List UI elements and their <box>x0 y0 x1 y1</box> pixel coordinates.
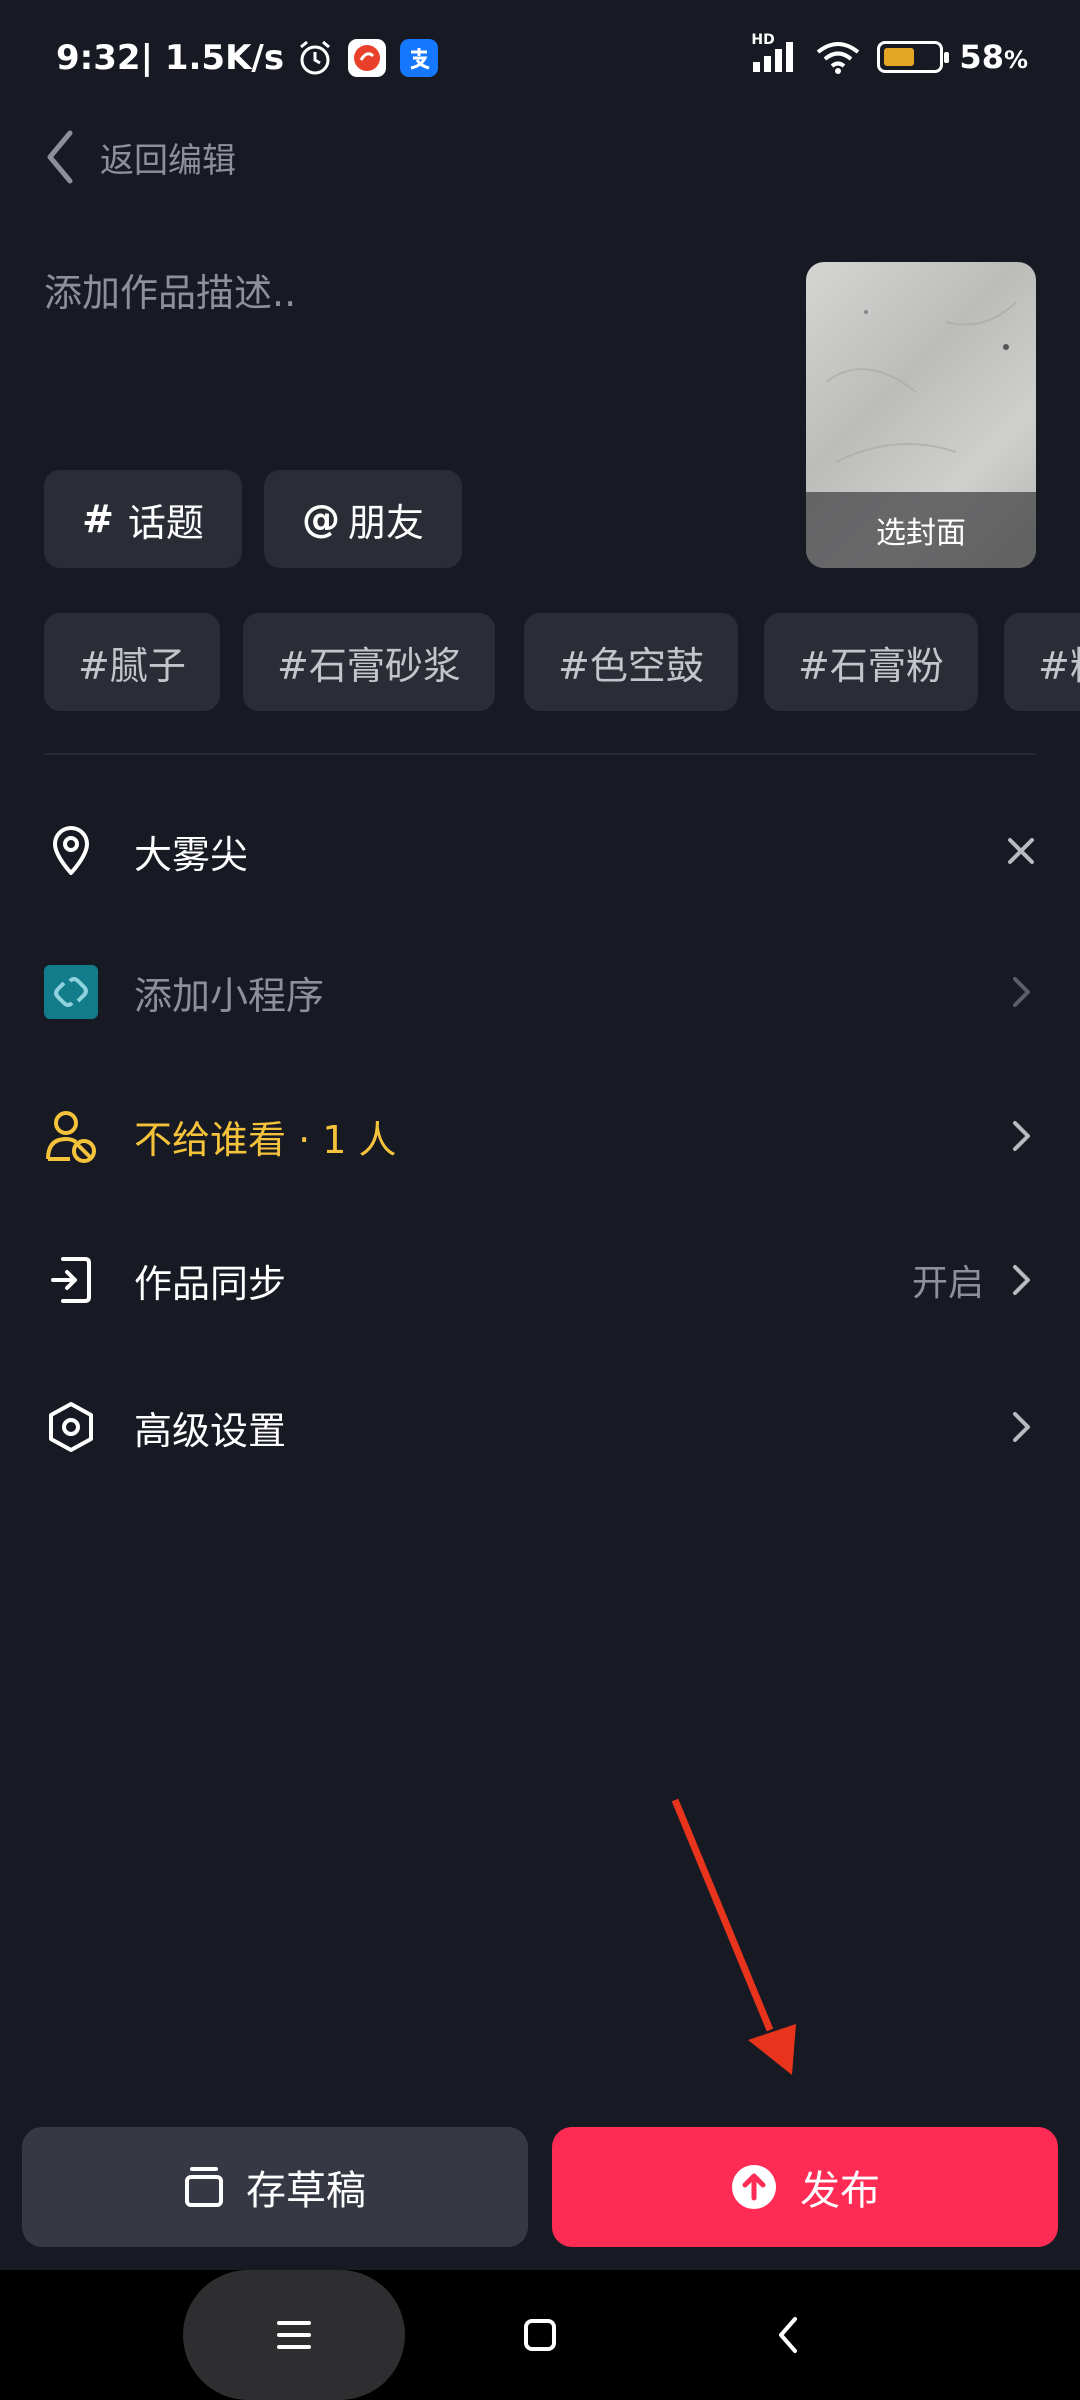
chevron-right-icon <box>1006 1262 1036 1298</box>
privacy-label: 不给谁看 · 1 人 <box>134 1117 397 1162</box>
user-block-icon <box>44 1109 98 1163</box>
chevron-left-icon <box>44 129 76 185</box>
sync-icon <box>44 1253 98 1307</box>
draft-icon <box>184 2165 224 2209</box>
save-draft-button[interactable]: 存草稿 <box>22 2127 528 2247</box>
chevron-right-icon <box>1006 974 1036 1010</box>
tag-chip[interactable]: #粉 <box>1004 613 1080 711</box>
cover-picker[interactable]: 选封面 <box>806 262 1036 568</box>
back-nav-button[interactable] <box>748 2270 828 2400</box>
back-label: 返回编辑 <box>100 140 236 181</box>
tag-chip[interactable]: #石膏砂浆 <box>243 613 495 711</box>
battery-unit: % <box>1003 46 1028 74</box>
battery-percent: 58 <box>959 38 1004 76</box>
publish-label: 发布 <box>800 2168 880 2214</box>
location-row[interactable]: 大雾尖 <box>44 801 1036 901</box>
home-icon <box>523 2318 557 2352</box>
chevron-right-icon <box>1006 1409 1036 1445</box>
menu-button[interactable] <box>183 2270 405 2400</box>
advanced-settings-row[interactable]: 高级设置 <box>44 1377 1036 1477</box>
sync-row[interactable]: 作品同步 开启 <box>44 1230 1036 1330</box>
upload-icon <box>730 2163 778 2211</box>
cover-thumbnail <box>825 301 1017 463</box>
topic-label: 话题 <box>127 500 204 545</box>
back-nav-icon <box>776 2315 800 2355</box>
alarm-icon <box>296 39 334 77</box>
app-notification-icon <box>348 39 387 77</box>
mini-program-label: 添加小程序 <box>134 973 325 1018</box>
advanced-settings-label: 高级设置 <box>134 1408 287 1453</box>
publish-button[interactable]: 发布 <box>552 2127 1058 2247</box>
description-input[interactable]: 添加作品描述.. <box>44 262 296 317</box>
status-bar: 9:32 | 1.5K/s HD 58% <box>0 0 1080 125</box>
back-button[interactable]: 返回编辑 <box>44 122 236 192</box>
mention-chip[interactable]: @ 朋友 <box>264 470 462 568</box>
network-speed: | 1.5K/s <box>140 38 285 78</box>
alipay-icon <box>400 39 439 77</box>
network-type: HD <box>751 32 775 48</box>
save-draft-label: 存草稿 <box>246 2168 366 2214</box>
signal-icon: HD <box>751 32 799 74</box>
cover-label: 选封面 <box>806 492 1036 568</box>
battery-level <box>884 48 915 66</box>
home-button[interactable] <box>500 2270 580 2400</box>
at-icon: @ <box>301 497 340 541</box>
hash-icon: # <box>82 497 114 541</box>
mini-program-icon <box>44 965 98 1019</box>
status-left: 9:32 | 1.5K/s <box>56 38 439 78</box>
system-nav-bar <box>0 2270 1080 2400</box>
menu-icon <box>277 2320 311 2350</box>
location-pin-icon <box>44 824 98 878</box>
status-right: HD 58% <box>751 32 1028 76</box>
tag-chip[interactable]: #石膏粉 <box>764 613 978 711</box>
close-icon[interactable] <box>1006 836 1036 866</box>
mini-program-row[interactable]: 添加小程序 <box>44 942 1036 1042</box>
privacy-row[interactable]: 不给谁看 · 1 人 <box>44 1086 1036 1186</box>
location-label: 大雾尖 <box>134 832 249 877</box>
battery-text: 58% <box>959 38 1028 76</box>
tag-chip[interactable]: #腻子 <box>44 613 220 711</box>
tag-chip[interactable]: #色空鼓 <box>524 613 738 711</box>
divider <box>44 753 1036 755</box>
sync-value: 开启 <box>911 1263 984 1304</box>
topic-chip[interactable]: # 话题 <box>44 470 242 568</box>
wifi-icon <box>815 40 861 74</box>
status-time: 9:32 <box>56 38 141 78</box>
mention-label: 朋友 <box>347 500 424 545</box>
hexagon-settings-icon <box>44 1400 98 1454</box>
sync-label: 作品同步 <box>134 1261 287 1306</box>
battery-icon <box>877 41 950 73</box>
chevron-right-icon <box>1006 1118 1036 1154</box>
